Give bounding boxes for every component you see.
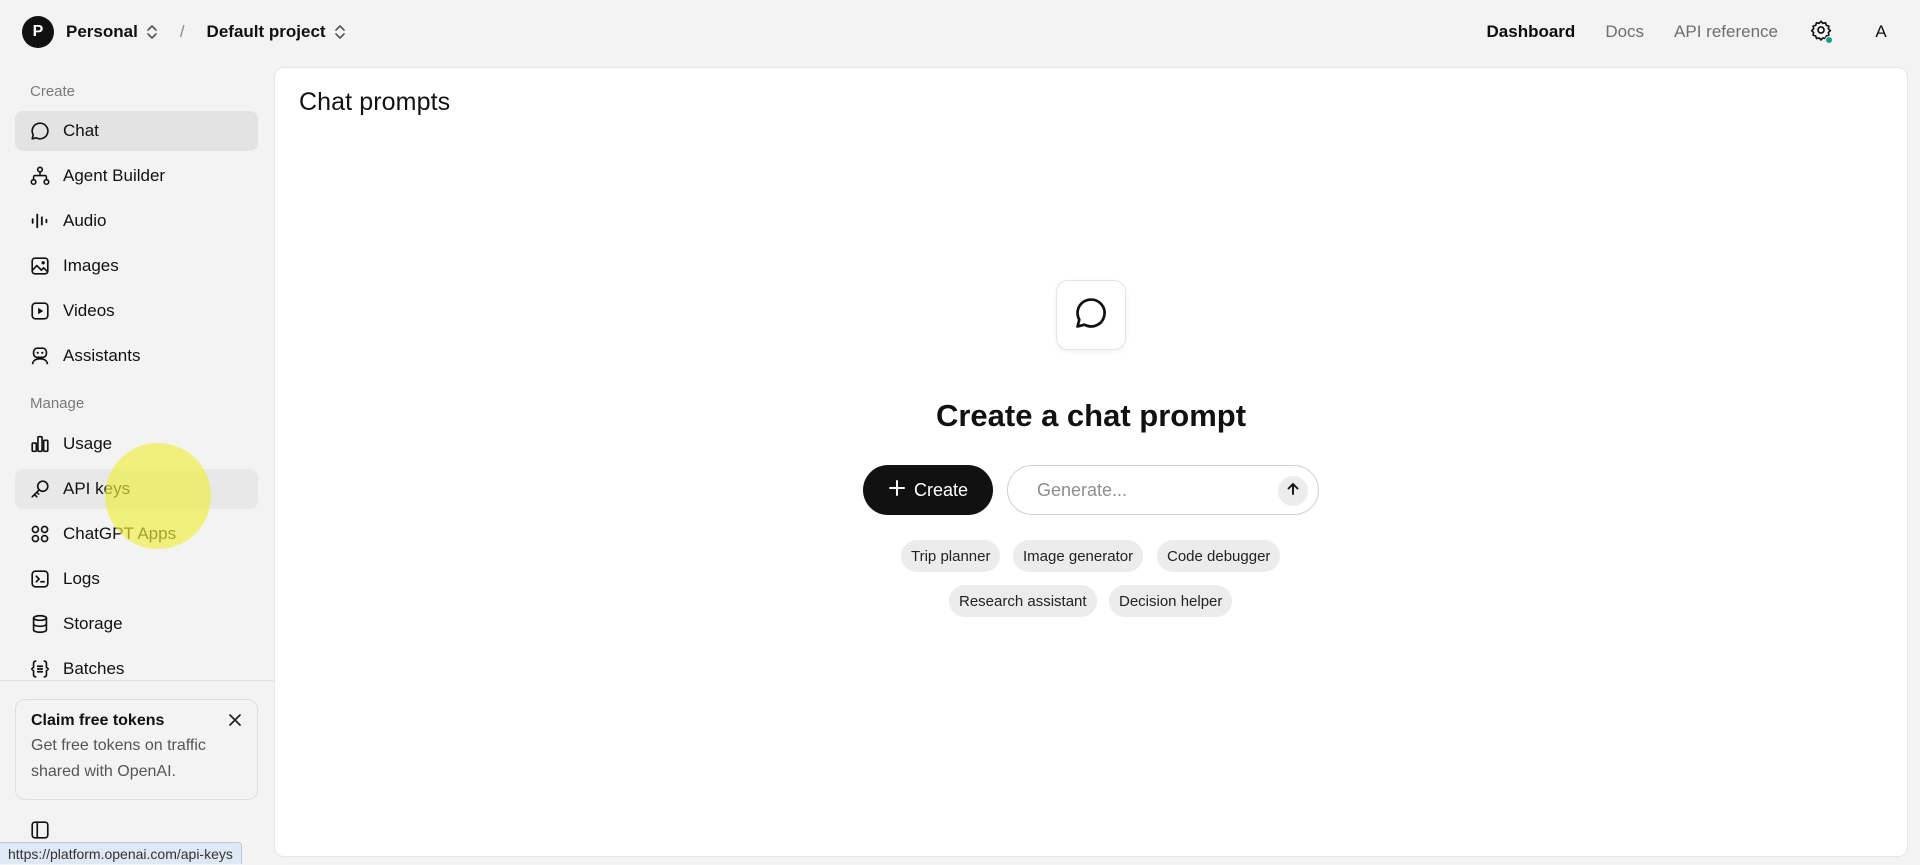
- create-button[interactable]: Create: [863, 465, 993, 515]
- sidebar-item-label: ChatGPT Apps: [63, 524, 177, 543]
- empty-state-icon-box: [1056, 280, 1126, 350]
- suggestion-chip[interactable]: Trip planner: [901, 540, 1001, 572]
- top-bar: P Personal / Default project Dashboard D…: [0, 0, 1920, 64]
- status-bar-url: https://platform.openai.com/api-keys: [0, 842, 242, 864]
- sidebar-item-label: Audio: [63, 211, 107, 230]
- terminal-icon: [29, 568, 51, 590]
- top-nav: Dashboard Docs API reference A: [1487, 15, 1898, 49]
- key-icon: [29, 478, 51, 500]
- arrow-up-icon: [1285, 481, 1301, 502]
- org-name: Personal: [66, 22, 138, 41]
- project-switcher[interactable]: Default project: [207, 22, 346, 42]
- sidebar-item-usage[interactable]: Usage: [15, 424, 258, 464]
- sidebar-item-assistants[interactable]: Assistants: [15, 336, 258, 376]
- close-icon: [228, 713, 242, 732]
- database-icon: [29, 613, 51, 635]
- sidebar-divider: [0, 680, 274, 681]
- sidebar-item-storage[interactable]: Storage: [15, 604, 258, 644]
- agent-nodes-icon: [29, 165, 51, 187]
- create-button-label: Create: [913, 479, 969, 500]
- promo-card: Claim free tokens Get free tokens on tra…: [15, 699, 258, 800]
- sidebar-item-label: Agent Builder: [63, 166, 166, 185]
- video-play-icon: [29, 300, 51, 322]
- suggestion-chip[interactable]: Code debugger: [1157, 540, 1281, 572]
- sidebar-item-label: Batches: [63, 659, 125, 678]
- suggestion-chip[interactable]: Decision helper: [1109, 585, 1233, 617]
- promo-text: Get free tokens on traffic shared with O…: [31, 737, 206, 780]
- chat-bubble-icon: [29, 120, 51, 142]
- org-switcher[interactable]: P Personal: [22, 16, 158, 48]
- audio-wave-icon: [29, 210, 51, 232]
- bar-chart-icon: [29, 433, 51, 455]
- sidebar-item-label: Usage: [63, 434, 113, 453]
- breadcrumb-separator: /: [179, 22, 185, 41]
- page-title: Chat prompts: [299, 88, 451, 116]
- sidebar-item-api-keys[interactable]: API keys: [15, 469, 258, 509]
- sidebar-item-agent-builder[interactable]: Agent Builder: [15, 156, 258, 196]
- sidebar-item-label: API keys: [63, 479, 131, 498]
- sidebar-item-audio[interactable]: Audio: [15, 201, 258, 241]
- main-panel: Chat prompts Create a chat prompt Create…: [274, 67, 1908, 857]
- sidebar-item-label: Chat: [63, 121, 99, 140]
- sidebar-item-chatgpt-apps[interactable]: ChatGPT Apps: [15, 514, 258, 554]
- notification-dot: [1825, 36, 1833, 44]
- sidebar-item-label: Storage: [63, 614, 123, 633]
- chevron-up-down-icon: [334, 24, 346, 40]
- breadcrumb: P Personal / Default project: [22, 16, 346, 48]
- promo-close-button[interactable]: [225, 712, 245, 732]
- apps-grid-icon: [29, 523, 51, 545]
- generate-submit-button[interactable]: [1278, 476, 1308, 506]
- chevron-up-down-icon: [146, 24, 158, 40]
- empty-state-title: Create a chat prompt: [935, 398, 1247, 433]
- org-avatar: P: [22, 16, 54, 48]
- sidebar-item-logs[interactable]: Logs: [15, 559, 258, 599]
- plus-icon: [888, 479, 906, 502]
- image-icon: [29, 255, 51, 277]
- nav-docs[interactable]: Docs: [1605, 22, 1644, 42]
- sidebar-item-label: Videos: [63, 301, 115, 320]
- braces-icon: [29, 658, 51, 680]
- generate-input[interactable]: [1037, 479, 1257, 501]
- sidebar-item-label: Images: [63, 256, 119, 275]
- chat-bubble-icon: [1072, 294, 1110, 337]
- collapse-sidebar-button[interactable]: [28, 820, 52, 844]
- settings-button[interactable]: [1808, 19, 1834, 45]
- generate-box: [1007, 465, 1319, 515]
- sidebar-item-label: Logs: [63, 569, 100, 588]
- project-name: Default project: [206, 22, 326, 41]
- sidebar-item-videos[interactable]: Videos: [15, 291, 258, 331]
- sidebar-item-label: Assistants: [63, 346, 141, 365]
- promo-title: Claim free tokens: [31, 712, 165, 729]
- nav-api-reference[interactable]: API reference: [1674, 22, 1778, 42]
- section-label-manage: Manage: [30, 395, 85, 412]
- suggestion-chip[interactable]: Image generator: [1013, 540, 1144, 572]
- sidebar-item-chat[interactable]: Chat: [15, 111, 258, 151]
- nav-dashboard[interactable]: Dashboard: [1487, 22, 1576, 42]
- section-label-create: Create: [30, 83, 76, 100]
- sidebar-item-images[interactable]: Images: [15, 246, 258, 286]
- user-avatar[interactable]: A: [1864, 15, 1898, 49]
- suggestion-chip[interactable]: Research assistant: [949, 585, 1097, 617]
- robot-icon: [29, 345, 51, 367]
- sidebar-item-batches[interactable]: Batches: [15, 649, 258, 689]
- sidebar: Create Chat Agent Builder Audio Images V…: [0, 64, 274, 864]
